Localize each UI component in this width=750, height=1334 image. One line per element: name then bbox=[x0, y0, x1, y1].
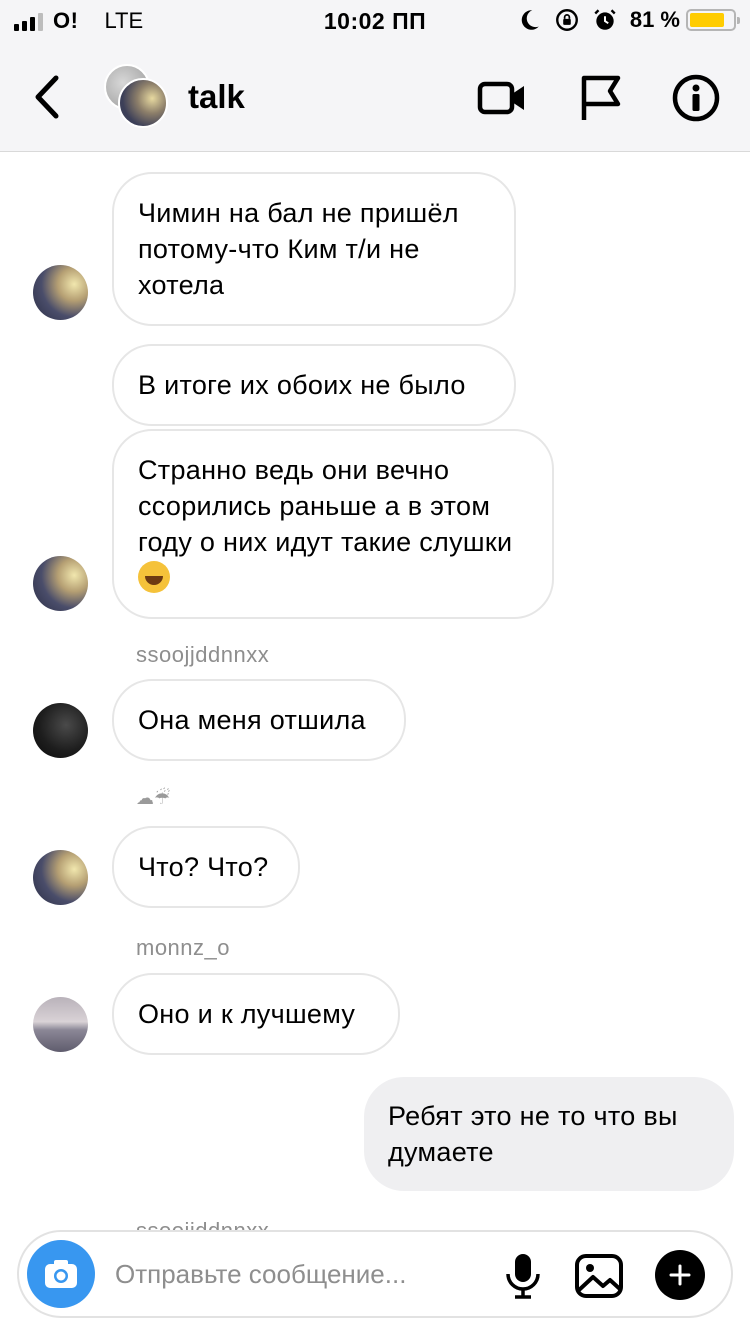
message-composer bbox=[17, 1230, 733, 1318]
rotation-lock-icon bbox=[555, 9, 578, 31]
sender-avatar[interactable] bbox=[33, 265, 88, 320]
alarm-icon bbox=[594, 9, 616, 30]
battery-level bbox=[690, 13, 725, 27]
status-bar: O! LTE 10:02 ПП 81 % bbox=[0, 0, 750, 44]
plus-icon bbox=[669, 1264, 691, 1286]
status-right: 81 % bbox=[516, 7, 740, 33]
message-bubble[interactable]: Она меня отшила bbox=[112, 679, 406, 761]
message-bubble[interactable]: Оно и к лучшему bbox=[112, 973, 400, 1055]
sender-username: ☁☔ bbox=[136, 788, 171, 808]
video-call-icon[interactable] bbox=[476, 72, 528, 124]
info-icon[interactable] bbox=[670, 72, 722, 124]
plus-button[interactable] bbox=[655, 1250, 705, 1300]
message-input[interactable] bbox=[115, 1254, 485, 1294]
chat-header: talk bbox=[0, 44, 750, 152]
message-bubble[interactable]: Что? Что? bbox=[112, 826, 300, 908]
message-text: В итоге их обоих не было bbox=[138, 370, 466, 400]
sender-username: ssoojjddnnxx bbox=[136, 642, 270, 667]
battery-icon bbox=[686, 9, 740, 31]
group-avatar[interactable] bbox=[104, 64, 168, 128]
message-text: Ребят это не то что вы думаете bbox=[388, 1101, 678, 1167]
chevron-left-icon[interactable] bbox=[28, 72, 68, 122]
message-text: Странно ведь они вечно ссорились раньше … bbox=[138, 455, 513, 557]
message-text: Оно и к лучшему bbox=[138, 999, 356, 1029]
camera-icon bbox=[45, 1260, 77, 1288]
sender-avatar[interactable] bbox=[33, 850, 88, 905]
sender-avatar[interactable] bbox=[33, 997, 88, 1052]
gallery-icon[interactable] bbox=[573, 1250, 625, 1302]
avatar-member-2 bbox=[118, 78, 168, 128]
camera-button[interactable] bbox=[27, 1240, 95, 1308]
microphone-icon[interactable] bbox=[497, 1250, 549, 1302]
message-bubble[interactable]: В итоге их обоих не было bbox=[112, 344, 516, 426]
moon-icon bbox=[521, 10, 539, 30]
flag-icon[interactable] bbox=[574, 72, 626, 124]
sender-username: monnz_o bbox=[136, 935, 231, 960]
battery-percent: 81 % bbox=[629, 7, 680, 32]
sender-avatar[interactable] bbox=[33, 703, 88, 758]
chat-title[interactable]: talk bbox=[188, 78, 245, 116]
message-text: Что? Что? bbox=[138, 852, 269, 882]
message-text: Она меня отшила bbox=[138, 705, 366, 735]
message-bubble[interactable]: Чимин на бал не пришёл потому-что Ким т/… bbox=[112, 172, 516, 326]
outgoing-message-bubble[interactable]: Ребят это не то что вы думаете bbox=[364, 1077, 734, 1191]
message-text: Чимин на бал не пришёл потому-что Ким т/… bbox=[138, 198, 459, 300]
sender-avatar[interactable] bbox=[33, 556, 88, 611]
laughing-emoji-icon bbox=[138, 561, 170, 593]
message-bubble[interactable]: Странно ведь они вечно ссорились раньше … bbox=[112, 429, 554, 619]
